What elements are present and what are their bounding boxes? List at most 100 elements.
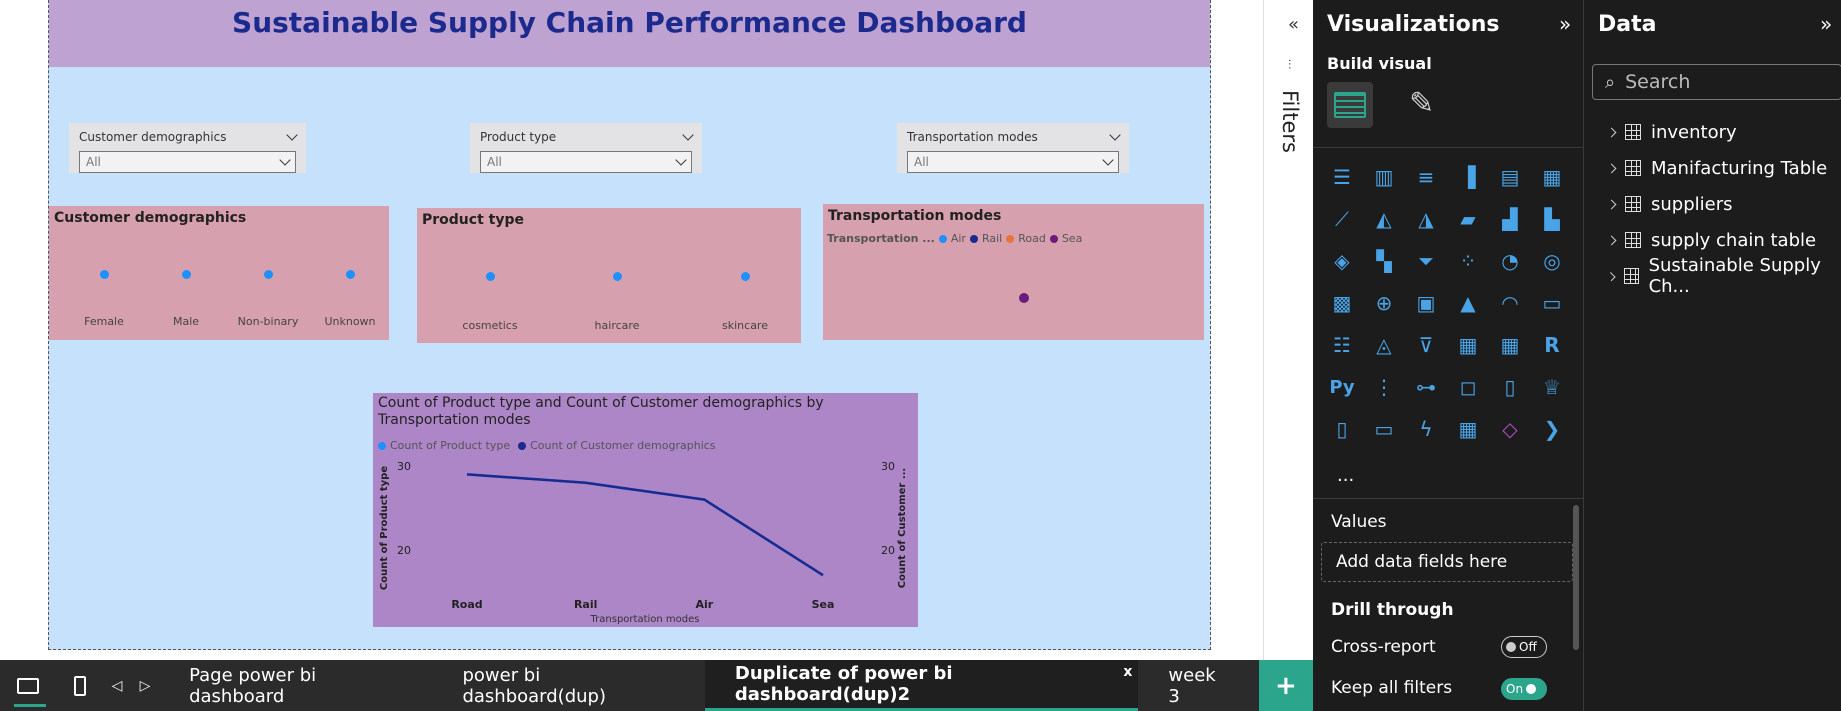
slicer-customer-demographics[interactable]: Customer demographics All xyxy=(69,123,306,173)
python-visual-icon[interactable]: Py xyxy=(1327,372,1357,402)
search-input[interactable]: ⌕ Search xyxy=(1592,64,1841,100)
arcgis-icon[interactable]: ▦ xyxy=(1453,414,1483,444)
clustered-column-icon[interactable]: ▐ xyxy=(1453,162,1483,192)
close-tab-icon[interactable]: x xyxy=(1123,664,1132,680)
chevron-down-icon[interactable] xyxy=(286,129,298,141)
slicer-icon[interactable]: ⊽ xyxy=(1411,330,1441,360)
key-influencers-icon[interactable]: ⋮ xyxy=(1369,372,1399,402)
stacked-bar-icon[interactable]: ☰ xyxy=(1327,162,1357,192)
ribbon-chart-icon[interactable]: ◈ xyxy=(1327,246,1357,276)
card-product-type[interactable]: Product type cosmetics haircare skincare xyxy=(417,208,801,343)
table-item[interactable]: supply chain table xyxy=(1606,222,1841,258)
table-visual-icon[interactable] xyxy=(1327,82,1373,128)
chevron-right-icon[interactable] xyxy=(1606,271,1616,281)
more-visuals-icon[interactable]: ... xyxy=(1337,465,1354,486)
chevron-right-icon[interactable] xyxy=(1606,127,1617,137)
slicer-dropdown[interactable]: All xyxy=(907,151,1119,173)
filters-pane-collapsed[interactable]: « ⫶ Filters xyxy=(1263,0,1313,660)
chevron-right-icon[interactable] xyxy=(1606,199,1617,209)
table-item[interactable]: suppliers xyxy=(1606,186,1841,222)
card-icon[interactable]: ▭ xyxy=(1537,288,1567,318)
category-point[interactable]: cosmetics xyxy=(457,272,523,332)
slicer-dropdown[interactable]: All xyxy=(480,151,692,173)
power-apps-icon[interactable]: ◇ xyxy=(1495,414,1525,444)
expand-icon[interactable]: » xyxy=(1559,12,1571,36)
100-bar-icon[interactable]: ▤ xyxy=(1495,162,1525,192)
line-column-icon[interactable]: ▟ xyxy=(1495,204,1525,234)
keep-filters-toggle[interactable]: On xyxy=(1501,678,1547,700)
tab-page-power-bi-dashboard[interactable]: Page power bi dashboard xyxy=(159,660,432,711)
line-clustered-icon[interactable]: ▙ xyxy=(1537,204,1567,234)
gauge-icon[interactable]: ◠ xyxy=(1495,288,1525,318)
table-icon[interactable]: ▦ xyxy=(1453,330,1483,360)
chevron-right-icon[interactable] xyxy=(1606,235,1617,245)
stacked-column-icon[interactable]: ▥ xyxy=(1369,162,1399,192)
matrix-icon[interactable]: ▦ xyxy=(1495,330,1525,360)
filters-label[interactable]: Filters xyxy=(1278,90,1302,153)
next-page-icon[interactable]: ▷ xyxy=(131,678,159,694)
category-point[interactable]: Female xyxy=(74,270,134,328)
area-chart-icon[interactable]: ◭ xyxy=(1369,204,1399,234)
table-item[interactable]: inventory xyxy=(1606,114,1841,150)
cross-report-toggle[interactable]: Off xyxy=(1501,636,1547,658)
tab-duplicate-dashboard[interactable]: Duplicate of power bi dashboard(dup)2 x xyxy=(704,660,1139,711)
slicer-dropdown[interactable]: All xyxy=(79,151,296,173)
slicer-transportation-modes[interactable]: Transportation modes All xyxy=(897,123,1129,173)
legend-item[interactable]: Sea xyxy=(1062,232,1083,245)
category-point[interactable]: Non-binary xyxy=(233,270,303,328)
paginated-report-icon[interactable]: ▯ xyxy=(1327,414,1357,444)
combo-chart[interactable]: Count of Product type and Count of Custo… xyxy=(373,393,918,627)
format-visual-icon[interactable]: ✎ xyxy=(1409,86,1434,121)
table-item[interactable]: Manifacturing Table xyxy=(1606,150,1841,186)
tab-power-bi-dashboard-dup[interactable]: power bi dashboard(dup) xyxy=(432,660,704,711)
r-visual-icon[interactable]: R xyxy=(1537,330,1567,360)
filled-map-icon[interactable]: ▣ xyxy=(1411,288,1441,318)
category-point[interactable]: skincare xyxy=(715,272,775,332)
power-automate-icon[interactable]: ϟ xyxy=(1411,414,1441,444)
stacked-area-icon[interactable]: ◮ xyxy=(1411,204,1441,234)
power-automate-flow-icon[interactable]: ❯ xyxy=(1537,414,1567,444)
100-column-icon[interactable]: ▦ xyxy=(1537,162,1567,192)
category-point[interactable]: Unknown xyxy=(320,270,380,328)
slicer-product-type[interactable]: Product type All xyxy=(470,123,702,173)
narrative-icon[interactable]: ▯ xyxy=(1495,372,1525,402)
legend-item[interactable]: Road xyxy=(1018,232,1046,245)
multirow-card-icon[interactable]: ☷ xyxy=(1327,330,1357,360)
legend-item[interactable]: Air xyxy=(951,232,966,245)
series-line[interactable] xyxy=(466,473,824,577)
add-page-button[interactable]: + xyxy=(1258,660,1314,711)
kpi-icon[interactable]: ◬ xyxy=(1369,330,1399,360)
chevron-right-icon[interactable] xyxy=(1606,163,1617,173)
add-fields-well[interactable]: Add data fields here xyxy=(1321,542,1573,582)
series-line[interactable] xyxy=(466,473,824,577)
donut-icon[interactable]: ◎ xyxy=(1537,246,1567,276)
clustered-bar-icon[interactable]: ≡ xyxy=(1411,162,1441,192)
azure-map-icon[interactable]: ▲ xyxy=(1453,288,1483,318)
metrics-icon[interactable]: ▭ xyxy=(1369,414,1399,444)
ribbon-icon[interactable]: ▰ xyxy=(1453,204,1483,234)
scatter-icon[interactable]: ⁘ xyxy=(1453,246,1483,276)
tab-week-3[interactable]: week 3 xyxy=(1138,660,1258,711)
prev-page-icon[interactable]: ◁ xyxy=(103,678,131,694)
card-customer-demographics[interactable]: Customer demographics Female Male Non-bi… xyxy=(49,206,389,340)
line-chart-icon[interactable]: ⟋ xyxy=(1327,204,1357,234)
goals-icon[interactable]: ♕ xyxy=(1537,372,1567,402)
collapse-icon[interactable]: « xyxy=(1288,14,1299,35)
data-point[interactable] xyxy=(1019,293,1029,303)
card-transportation-modes[interactable]: Transportation modes Transportation ... … xyxy=(823,204,1204,340)
decomposition-tree-icon[interactable]: ⊶ xyxy=(1411,372,1441,402)
chevron-down-icon[interactable] xyxy=(1109,129,1121,141)
pie-icon[interactable]: ◔ xyxy=(1495,246,1525,276)
expand-icon[interactable]: » xyxy=(1820,12,1832,36)
waterfall-icon[interactable]: ▚ xyxy=(1369,246,1399,276)
desktop-view-icon[interactable] xyxy=(0,660,56,711)
chevron-down-icon[interactable] xyxy=(682,129,694,141)
mobile-view-icon[interactable] xyxy=(56,660,103,711)
category-point[interactable]: Male xyxy=(156,270,216,328)
legend-item[interactable]: Rail xyxy=(982,232,1002,245)
map-icon[interactable]: ⊕ xyxy=(1369,288,1399,318)
scrollbar[interactable] xyxy=(1573,505,1579,650)
table-item[interactable]: Sustainable Supply Ch... xyxy=(1606,255,1841,297)
treemap-icon[interactable]: ▩ xyxy=(1327,288,1357,318)
funnel-icon[interactable]: ⏷ xyxy=(1411,246,1441,276)
